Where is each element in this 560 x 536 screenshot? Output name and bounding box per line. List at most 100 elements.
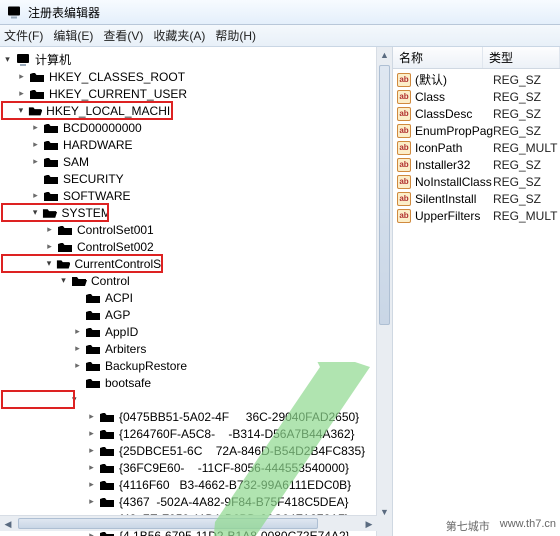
expand-icon[interactable] [44, 241, 55, 252]
watermark: 第七城市 www.th7.cn [446, 518, 556, 534]
folder-icon [71, 274, 87, 287]
tree-label: AppID [105, 325, 138, 339]
tree-bootsafe[interactable]: bootsafe [2, 374, 392, 391]
value-row[interactable]: abSilentInstallREG_SZ [393, 190, 560, 207]
tree-pane: 计算机 HKEY_CLASSES_ROOT HKEY_CURRENT_USER … [0, 47, 393, 536]
value-row[interactable]: abNoInstallClassREG_SZ [393, 173, 560, 190]
expand-icon[interactable] [44, 258, 54, 269]
tree-arbiters[interactable]: Arbiters [2, 340, 392, 357]
tree-scrollbar-vertical[interactable]: ▲ ▼ [376, 47, 392, 536]
expand-icon[interactable] [58, 275, 69, 286]
scroll-right-icon[interactable]: ▶ [361, 516, 377, 532]
menu-file[interactable]: 文件(F) [4, 27, 43, 44]
tree-cs2[interactable]: ControlSet002 [2, 238, 392, 255]
tree-system[interactable]: SYSTEM [2, 204, 108, 221]
folder-icon [85, 342, 101, 355]
scroll-thumb[interactable] [18, 518, 318, 529]
tree-guid-3[interactable]: {25DBCE51-6C 72A-846D-B54D2B4FC835} [2, 442, 392, 459]
folder-icon [43, 121, 59, 134]
tree-ccs[interactable]: CurrentControlSet [2, 255, 162, 272]
tree-guid-4[interactable]: {36FC9E60- -11CF-8056-444553540000} [2, 459, 392, 476]
tree-appid[interactable]: AppID [2, 323, 392, 340]
expand-icon[interactable] [30, 190, 41, 201]
column-type[interactable]: 类型 [483, 47, 560, 68]
tree-root-computer[interactable]: 计算机 [2, 51, 392, 68]
tree-agp[interactable]: AGP [2, 306, 392, 323]
expand-icon[interactable] [16, 88, 27, 99]
tree-guid-2[interactable]: {1264760F-A5C8- -B314-D56A7B44A362} [2, 425, 392, 442]
scroll-down-icon[interactable]: ▼ [377, 504, 392, 520]
tree-label: 计算机 [35, 51, 71, 68]
value-row[interactable]: abEnumPropPag...REG_SZ [393, 122, 560, 139]
expand-icon [72, 377, 83, 388]
value-row[interactable]: abClassREG_SZ [393, 88, 560, 105]
tree-hkcr[interactable]: HKEY_CLASSES_ROOT [2, 68, 392, 85]
value-row[interactable]: ab(默认)REG_SZ [393, 71, 560, 88]
tree-guid-1[interactable]: {0475BB51-5A02-4F 36C-29040FAD2650} [2, 408, 392, 425]
folder-icon [57, 223, 73, 236]
tree-sam[interactable]: SAM [2, 153, 392, 170]
tree-acpi[interactable]: ACPI [2, 289, 392, 306]
watermark-url: www.th7.cn [500, 518, 556, 534]
menu-help[interactable]: 帮助(H) [215, 27, 256, 44]
scroll-up-icon[interactable]: ▲ [377, 47, 392, 63]
expand-icon [30, 173, 41, 184]
column-header: 名称 类型 [393, 47, 560, 69]
titlebar[interactable]: 注册表编辑器 [0, 0, 560, 25]
expand-icon[interactable] [86, 411, 97, 422]
tree-hkcu[interactable]: HKEY_CURRENT_USER [2, 85, 392, 102]
expand-icon[interactable] [86, 445, 97, 456]
column-name[interactable]: 名称 [393, 47, 483, 68]
expand-icon[interactable] [16, 71, 27, 82]
value-row[interactable]: abClassDescREG_SZ [393, 105, 560, 122]
tree-guid-5[interactable]: {4116F60 B3-4662-B732-99A6111EDC0B} [2, 476, 392, 493]
scroll-thumb[interactable] [379, 65, 390, 325]
expand-icon[interactable] [30, 156, 41, 167]
value-name: SilentInstall [415, 192, 493, 206]
expand-icon[interactable] [86, 462, 97, 473]
tree-class[interactable]: Class [2, 391, 74, 408]
folder-icon [85, 376, 101, 389]
folder-icon [99, 444, 115, 457]
tree-hardware[interactable]: HARDWARE [2, 136, 392, 153]
expand-icon[interactable] [72, 326, 83, 337]
expand-icon[interactable] [30, 207, 40, 218]
expand-icon[interactable] [86, 496, 97, 507]
value-row[interactable]: abIconPathREG_MULT [393, 139, 560, 156]
expand-icon[interactable] [72, 360, 83, 371]
expand-icon[interactable] [44, 224, 55, 235]
tree-bcd[interactable]: BCD00000000 [2, 119, 392, 136]
tree-control[interactable]: Control [2, 272, 392, 289]
expand-icon[interactable] [86, 428, 97, 439]
tree-cs1[interactable]: ControlSet001 [2, 221, 392, 238]
tree-label: ControlSet001 [77, 223, 154, 237]
string-value-icon: ab [397, 209, 411, 223]
expand-icon[interactable] [72, 343, 83, 354]
folder-icon [28, 104, 42, 117]
expand-icon[interactable] [16, 105, 26, 116]
tree-hklm[interactable]: HKEY_LOCAL_MACHINE [2, 102, 172, 119]
menu-favorites[interactable]: 收藏夹(A) [153, 27, 205, 44]
value-row[interactable]: abUpperFiltersREG_MULT [393, 207, 560, 224]
tree-security[interactable]: SECURITY [2, 170, 392, 187]
menu-edit[interactable]: 编辑(E) [53, 27, 93, 44]
value-type: REG_SZ [493, 158, 560, 172]
tree[interactable]: 计算机 HKEY_CLASSES_ROOT HKEY_CURRENT_USER … [0, 47, 392, 536]
tree-backup[interactable]: BackupRestore [2, 357, 392, 374]
tree-label: ACPI [105, 291, 133, 305]
tree-scrollbar-horizontal[interactable]: ◀ ▶ [0, 515, 377, 531]
folder-icon [43, 189, 59, 202]
expand-icon[interactable] [86, 479, 97, 490]
tree-label: bootsafe [105, 376, 151, 390]
value-row[interactable]: abInstaller32REG_SZ [393, 156, 560, 173]
tree-software[interactable]: SOFTWARE [2, 187, 392, 204]
folder-icon [99, 410, 115, 423]
value-type: REG_SZ [493, 107, 560, 121]
expand-icon[interactable] [30, 139, 41, 150]
expand-icon[interactable] [30, 122, 41, 133]
menu-view[interactable]: 查看(V) [103, 27, 143, 44]
expand-icon[interactable] [2, 54, 13, 65]
scroll-left-icon[interactable]: ◀ [0, 517, 16, 533]
tree-guid-6[interactable]: {4367 -502A-4A82-9F84-B75F418C5DEA} [2, 493, 392, 510]
expand-icon[interactable] [72, 394, 77, 405]
